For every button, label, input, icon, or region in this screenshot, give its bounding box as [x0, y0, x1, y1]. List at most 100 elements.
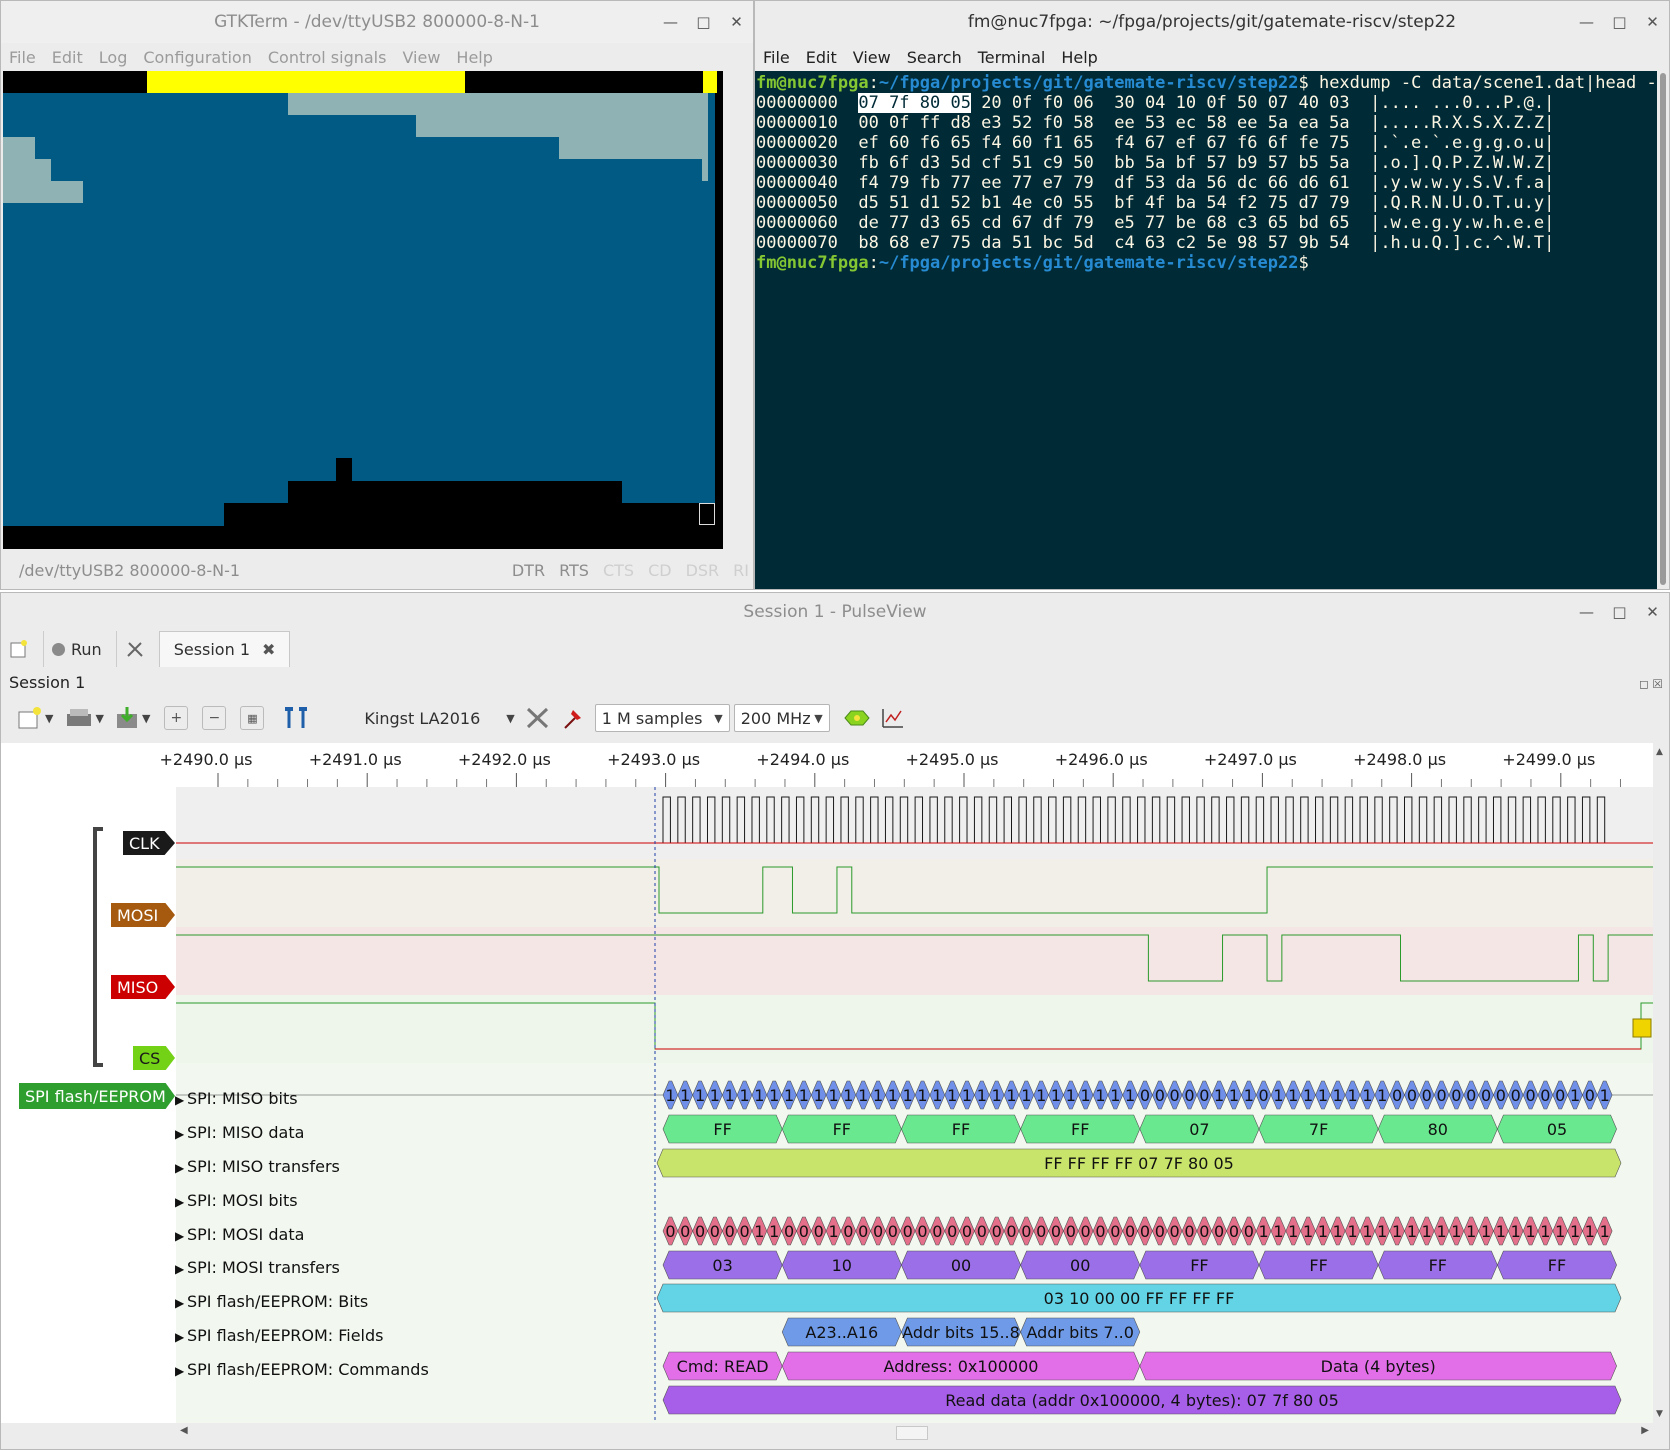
- device-config-icon[interactable]: [523, 705, 553, 731]
- miso-bit-label: 1: [680, 1086, 690, 1105]
- mosi-bit-label: 1: [1436, 1222, 1446, 1241]
- terminal-scroll-thumb[interactable]: [1660, 73, 1666, 585]
- expand-arrow-icon[interactable]: ▶: [175, 1262, 184, 1276]
- maximize-icon[interactable]: □: [1603, 13, 1636, 31]
- expand-arrow-icon[interactable]: ▶: [175, 1229, 184, 1243]
- vertical-scrollbar[interactable]: ▲ ▼: [1653, 743, 1669, 1423]
- decoder-tag[interactable]: SPI flash/EEPROM: [19, 1083, 175, 1109]
- chevron-down-icon[interactable]: ▼: [95, 712, 103, 725]
- decoder-tag-label: SPI flash/EEPROM: [25, 1086, 166, 1106]
- minimize-icon[interactable]: —: [1570, 13, 1603, 31]
- miso-byte-label: FF: [952, 1120, 970, 1139]
- settings-tools-icon[interactable]: [115, 631, 153, 667]
- channel-mosi-tag[interactable]: MOSI: [111, 903, 175, 927]
- menu-file[interactable]: File: [1, 48, 44, 67]
- menu-edit[interactable]: Edit: [798, 48, 845, 67]
- mosi-bit-label: 0: [1066, 1222, 1076, 1241]
- open-file-icon[interactable]: [15, 705, 45, 731]
- scroll-left-icon[interactable]: ◀: [180, 1425, 188, 1436]
- minimize-icon[interactable]: —: [654, 13, 687, 31]
- session-tabbar: Run Session 1 ✖: [1, 631, 1669, 667]
- menu-file[interactable]: File: [755, 48, 798, 67]
- miso-lane-bg: [176, 927, 1653, 995]
- trace-view[interactable]: 1111111111111111111111111111111100000111…: [1, 787, 1653, 1423]
- new-session-icon[interactable]: [1, 631, 37, 667]
- device-label[interactable]: Kingst LA2016: [364, 709, 480, 728]
- sample-rate-select[interactable]: 200 MHz ▼: [733, 704, 830, 732]
- miso-byte-label: 80: [1428, 1120, 1448, 1139]
- add-decoder-icon[interactable]: [112, 705, 142, 731]
- close-icon[interactable]: ✕: [1636, 603, 1669, 621]
- menu-help[interactable]: Help: [448, 48, 500, 67]
- scroll-down-icon[interactable]: ▼: [1656, 1409, 1663, 1419]
- zoom-out-icon[interactable]: −: [202, 706, 227, 730]
- mosi-bit-label: 1: [1288, 1222, 1298, 1241]
- time-tick-label: +2498.0 µs: [1353, 750, 1446, 769]
- chevron-down-icon[interactable]: ▼: [45, 712, 53, 725]
- menu-log[interactable]: Log: [91, 48, 136, 67]
- sample-count-select[interactable]: 1 M samples ▼: [594, 704, 730, 732]
- expand-arrow-icon[interactable]: ▶: [175, 1161, 184, 1175]
- menu-view[interactable]: View: [394, 48, 448, 67]
- minimize-icon[interactable]: —: [1570, 603, 1603, 621]
- menu-edit[interactable]: Edit: [44, 48, 91, 67]
- terminal-output[interactable]: fm@nuc7fpga:~/fpga/projects/git/gatemate…: [755, 71, 1667, 589]
- menu-view[interactable]: View: [845, 48, 899, 67]
- horizontal-scrollbar[interactable]: ◀ ▶: [176, 1423, 1653, 1441]
- miso-bit-label: 1: [1362, 1086, 1372, 1105]
- gtkterm-window: GTKTerm - /dev/ttyUSB2 800000-8-N-1 — □ …: [0, 0, 754, 590]
- mosi-bit-label: 0: [1155, 1222, 1165, 1241]
- zoom-in-icon[interactable]: +: [164, 706, 189, 730]
- menu-control-signals[interactable]: Control signals: [260, 48, 395, 67]
- expand-arrow-icon[interactable]: ▶: [175, 1195, 184, 1209]
- scroll-up-icon[interactable]: ▲: [1656, 747, 1663, 757]
- mosi-bit-label: 0: [1021, 1222, 1031, 1241]
- zoom-fit-icon[interactable]: ▦: [240, 706, 265, 730]
- menu-help[interactable]: Help: [1053, 48, 1105, 67]
- miso-bit-label: 0: [1511, 1086, 1521, 1105]
- device-dropdown-icon[interactable]: ▼: [506, 712, 514, 725]
- math-signal-icon[interactable]: [878, 705, 908, 731]
- menu-configuration[interactable]: Configuration: [135, 48, 260, 67]
- menu-search[interactable]: Search: [899, 48, 970, 67]
- cursor-pair-icon[interactable]: [282, 705, 312, 731]
- miso-bit-label: 0: [1392, 1086, 1402, 1105]
- expand-arrow-icon[interactable]: ▶: [175, 1093, 184, 1107]
- run-button[interactable]: Run: [43, 631, 110, 667]
- maximize-icon[interactable]: □: [687, 13, 720, 31]
- menu-terminal[interactable]: Terminal: [970, 48, 1054, 67]
- ground-block: [224, 503, 723, 527]
- close-icon[interactable]: ✕: [720, 13, 753, 31]
- scroll-thumb[interactable]: [896, 1426, 928, 1440]
- maximize-icon[interactable]: □: [1603, 603, 1636, 621]
- mosi-bit-label: 0: [1081, 1222, 1091, 1241]
- gtkterm-scrollbar[interactable]: [723, 71, 753, 549]
- dock-close-icon[interactable]: ☒: [1652, 677, 1663, 691]
- mosi-byte-label: FF: [1309, 1256, 1327, 1275]
- mosi-bit-label: 1: [1525, 1222, 1535, 1241]
- probe-config-icon[interactable]: [559, 705, 589, 731]
- close-icon[interactable]: ✕: [1636, 13, 1669, 31]
- miso-byte-label: 7F: [1309, 1120, 1328, 1139]
- time-ruler[interactable]: +2490.0 µs +2491.0 µs +2492.0 µs +2493.0 µs…: [1, 743, 1653, 787]
- tab-close-icon[interactable]: ✖: [262, 640, 275, 659]
- mosi-bit-label: 1: [1540, 1222, 1550, 1241]
- tab-session-1[interactable]: Session 1 ✖: [158, 631, 291, 667]
- expand-arrow-icon[interactable]: ▶: [175, 1364, 184, 1378]
- session-label: Session 1: [9, 673, 86, 692]
- time-tick-label: +2494.0 µs: [756, 750, 849, 769]
- expand-arrow-icon[interactable]: ▶: [175, 1127, 184, 1141]
- dock-float-icon[interactable]: ◻: [1639, 677, 1649, 691]
- terminal-game-screen[interactable]: [3, 71, 723, 549]
- expand-arrow-icon[interactable]: ▶: [175, 1296, 184, 1310]
- channel-miso-tag[interactable]: MISO: [111, 975, 175, 999]
- save-file-icon[interactable]: [65, 705, 95, 731]
- scroll-right-icon[interactable]: ▶: [1641, 1425, 1649, 1436]
- channel-clk-tag[interactable]: CLK: [123, 831, 175, 855]
- chevron-down-icon[interactable]: ▼: [142, 712, 150, 725]
- mosi-bit-label: 1: [1273, 1222, 1283, 1241]
- expand-arrow-icon[interactable]: ▶: [175, 1330, 184, 1344]
- decoder-icon[interactable]: [842, 705, 872, 731]
- miso-bit-label: 1: [828, 1086, 838, 1105]
- miso-bit-label: 1: [1377, 1086, 1387, 1105]
